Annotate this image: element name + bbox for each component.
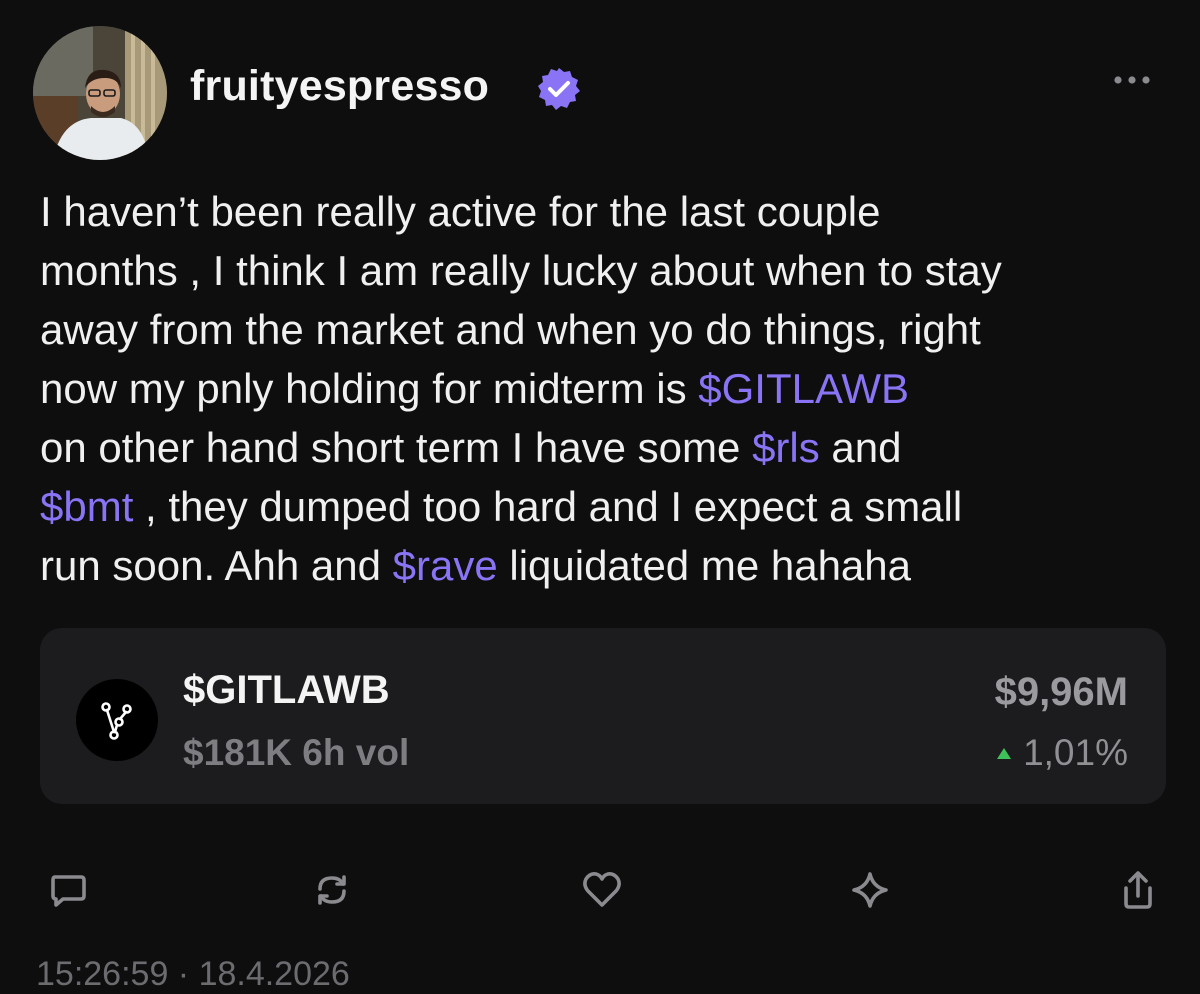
token-change: 1,01% [997,732,1128,774]
username[interactable]: fruityespresso [190,62,489,111]
post-text-segment: run soon. Ahh and [40,542,393,589]
cashtag-link[interactable]: $rave [393,542,498,589]
post-text-segment: , they dumped too hard and I expect a sm… [133,483,963,530]
share-button[interactable] [1108,860,1168,920]
token-name: $GITLAWB [183,668,390,712]
reply-icon [51,875,86,907]
cashtag-link[interactable]: $bmt [40,483,133,530]
repost-button[interactable] [302,860,362,920]
share-icon [1124,871,1152,909]
token-card[interactable]: $GITLAWB $181K 6h vol $9,96M 1,01% [40,628,1166,804]
action-bar [0,860,1200,920]
post-body-line: run soon. Ahh and $rave liquidated me ha… [40,536,1160,595]
post-text-segment: liquidated me hahaha [497,542,912,589]
post-body-line: away from the market and when yo do thin… [40,300,1160,359]
post-text-segment: and [819,424,902,471]
like-button[interactable] [572,860,632,920]
token-volume: $181K 6h vol [183,732,410,773]
post-body-line: $bmt , they dumped too hard and I expect… [40,477,1160,536]
post-text-segment: months , I think I am really lucky about… [40,247,1002,294]
post-text-segment: away from the market and when yo do thin… [40,306,981,353]
post-body-line: on other hand short term I have some $rl… [40,418,1160,477]
post-text-segment: I haven’t been really active for the las… [40,188,881,235]
heart-icon [583,872,621,907]
verified-badge-icon [536,66,582,112]
boost-button[interactable] [840,860,900,920]
reply-button[interactable] [38,860,98,920]
token-market-cap: $9,96M [994,670,1128,714]
cashtag-link[interactable]: $GITLAWB [698,365,909,412]
up-arrow-icon [997,747,1012,759]
post-timestamp: 15:26:59 · 18.4.2026 [36,955,350,993]
token-logo-icon [76,679,158,761]
post-body-line: now my pnly holding for midterm is $GITL… [40,359,1160,418]
more-options-icon[interactable] [1110,60,1154,100]
cashtag-link[interactable]: $rls [752,424,820,471]
post-body-line: I haven’t been really active for the las… [40,182,1160,241]
post-body-line: months , I think I am really lucky about… [40,241,1160,300]
sparkle-icon [852,872,888,908]
post: fruityespresso I haven’t been really act… [0,0,1200,993]
post-text-segment: now my pnly holding for midterm is [40,365,699,412]
post-text-segment: on other hand short term I have some [40,424,753,471]
post-body: I haven’t been really active for the las… [40,182,1160,595]
avatar[interactable] [33,26,167,160]
repost-icon [318,875,346,905]
token-change-value: 1,01% [1023,732,1128,773]
